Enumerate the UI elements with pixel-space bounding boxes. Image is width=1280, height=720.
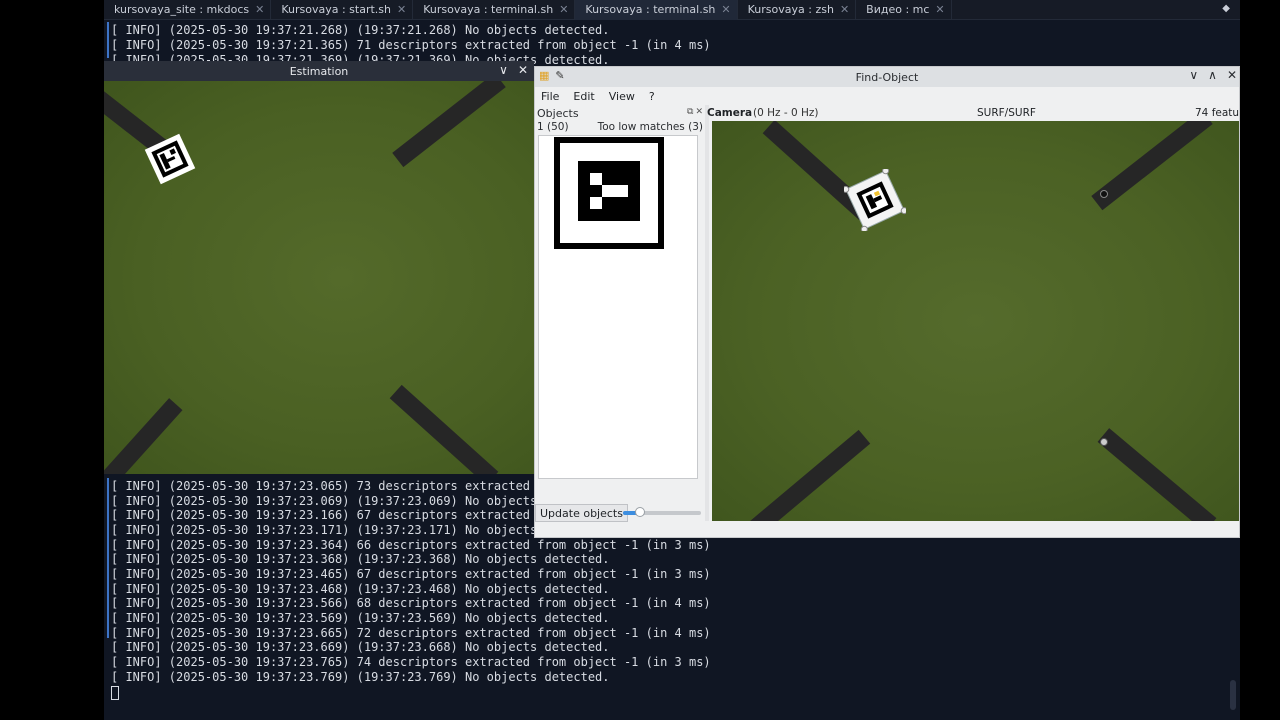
minimize-icon[interactable]: ∨ <box>1189 68 1198 82</box>
wall-segment <box>392 81 506 168</box>
tab-kursovaya-site-mkdocs[interactable]: kursovaya_site : mkdocs ✕ <box>104 0 272 20</box>
tab-label: Видео : mc <box>866 3 930 16</box>
float-icon[interactable]: ⧉ <box>687 107 693 117</box>
terminal-tab-bar: kursovaya_site : mkdocs ✕ Kursovaya : sta… <box>104 0 1240 20</box>
minimize-icon[interactable]: ∨ <box>499 63 508 77</box>
window-title: Find-Object <box>855 70 919 84</box>
objects-status: Too low matches (3) <box>597 121 703 133</box>
menu-bar: File Edit View ? <box>535 87 1239 105</box>
obstacle-dot <box>1100 438 1108 446</box>
object-thumbnail[interactable] <box>554 137 664 249</box>
find-object-window[interactable]: ▦ ✎ Find-Object ∨ ∧ ✕ File Edit View ? O… <box>534 66 1240 538</box>
objects-status-row: 1 (50) Too low matches (3) <box>535 121 705 135</box>
robot-with-marker-icon <box>844 169 906 231</box>
wall-segment <box>1097 428 1217 521</box>
camera-rate: (0 Hz - 0 Hz) <box>753 107 819 119</box>
window-title: Estimation <box>289 64 349 78</box>
tab-kursovaya-start[interactable]: Kursovaya : start.sh ✕ <box>271 0 414 20</box>
terminal-line: [ INFO] (2025-05-30 19:37:23.569) (19:37… <box>111 611 610 625</box>
wall-segment <box>743 429 871 521</box>
pin-icon[interactable]: ✎ <box>555 69 564 82</box>
terminal-scrollbar[interactable] <box>1230 680 1236 710</box>
tab-video-mc[interactable]: Видео : mc ✕ <box>856 0 952 20</box>
features-count: 74 featu <box>1195 107 1240 119</box>
pin-icon[interactable]: ◆ <box>1222 3 1230 14</box>
detector-label: SURF/SURF <box>977 107 1036 119</box>
close-icon[interactable]: ✕ <box>397 3 406 16</box>
aruco-marker-icon <box>144 133 196 185</box>
slider-handle[interactable] <box>635 507 645 517</box>
camera-header: Camera (0 Hz - 0 Hz) SURF/SURF 74 featu <box>707 105 1240 121</box>
estimation-camera-view <box>104 81 534 474</box>
wall-segment <box>389 384 499 474</box>
terminal-cursor <box>111 686 119 700</box>
tab-kursovaya-terminal-1[interactable]: Kursovaya : terminal.sh ✕ <box>413 0 576 20</box>
close-icon[interactable]: ✕ <box>1227 68 1237 82</box>
terminal-line: [ INFO] (2025-05-30 19:37:23.468) (19:37… <box>111 582 610 596</box>
terminal-line: [ INFO] (2025-05-30 19:37:21.365) 71 des… <box>111 38 711 52</box>
wall-segment <box>104 398 183 474</box>
tab-kursovaya-terminal-2[interactable]: Kursovaya : terminal.sh ✕ <box>575 0 738 20</box>
threshold-slider[interactable] <box>623 507 701 517</box>
terminal-line: [ INFO] (2025-05-30 19:37:23.465) 67 des… <box>111 567 711 581</box>
close-icon[interactable]: ✕ <box>695 107 703 117</box>
tab-label: Kursovaya : zsh <box>747 3 834 16</box>
tab-label: Kursovaya : start.sh <box>281 3 391 16</box>
terminal-line: [ INFO] (2025-05-30 19:37:21.268) (19:37… <box>111 23 610 37</box>
menu-file[interactable]: File <box>541 90 559 103</box>
terminal-line: [ INFO] (2025-05-30 19:37:23.566) 68 des… <box>111 596 711 610</box>
close-icon[interactable]: ✕ <box>255 3 264 16</box>
app-icon: ▦ <box>539 69 550 82</box>
terminal-line: [ INFO] (2025-05-30 19:37:23.765) 74 des… <box>111 655 711 669</box>
terminal-line: [ INFO] (2025-05-30 19:37:23.368) (19:37… <box>111 552 610 566</box>
objects-list[interactable] <box>538 135 698 479</box>
update-objects-button[interactable]: Update objects <box>535 504 628 522</box>
menu-edit[interactable]: Edit <box>573 90 594 103</box>
tab-kursovaya-zsh[interactable]: Kursovaya : zsh ✕ <box>738 0 857 20</box>
close-icon[interactable]: ✕ <box>721 3 730 16</box>
panel-splitter[interactable] <box>705 105 709 521</box>
terminal-line: [ INFO] (2025-05-30 19:37:23.665) 72 des… <box>111 626 711 640</box>
close-icon[interactable]: ✕ <box>840 3 849 16</box>
estimation-window[interactable]: Estimation ∨ ✕ <box>104 61 534 474</box>
close-icon[interactable]: ✕ <box>935 3 944 16</box>
camera-label: Camera <box>707 107 753 119</box>
objects-count: 1 (50) <box>537 121 569 133</box>
obstacle-dot <box>1100 190 1108 198</box>
objects-panel: Objects ⧉ ✕ 1 (50) Too low matches (3) U… <box>535 105 705 523</box>
desktop: kursovaya_site : mkdocs ✕ Kursovaya : sta… <box>0 0 1280 720</box>
selection-marker <box>107 478 109 638</box>
terminal-line: [ INFO] (2025-05-30 19:37:23.669) (19:37… <box>111 640 610 654</box>
terminal-line: [ INFO] (2025-05-30 19:37:23.364) 66 des… <box>111 538 711 552</box>
menu-view[interactable]: View <box>609 90 635 103</box>
close-icon[interactable]: ✕ <box>518 63 528 77</box>
tab-label: Kursovaya : terminal.sh <box>423 3 554 16</box>
wall-segment <box>1091 121 1213 211</box>
tab-label: Kursovaya : terminal.sh <box>585 3 716 16</box>
camera-view <box>712 121 1239 521</box>
objects-header-label: Objects <box>537 106 579 120</box>
maximize-icon[interactable]: ∧ <box>1208 68 1217 82</box>
find-object-title-bar[interactable]: ▦ ✎ Find-Object ∨ ∧ ✕ <box>535 67 1239 87</box>
objects-panel-header: Objects ⧉ ✕ <box>535 105 705 121</box>
estimation-title-bar[interactable]: Estimation ∨ ✕ <box>104 61 534 81</box>
close-icon[interactable]: ✕ <box>559 3 568 16</box>
terminal-line: [ INFO] (2025-05-30 19:37:23.769) (19:37… <box>111 670 610 684</box>
menu-help[interactable]: ? <box>649 90 655 103</box>
tab-label: kursovaya_site : mkdocs <box>114 3 250 16</box>
selection-marker <box>107 22 109 58</box>
objects-footer: Update objects <box>535 503 705 523</box>
